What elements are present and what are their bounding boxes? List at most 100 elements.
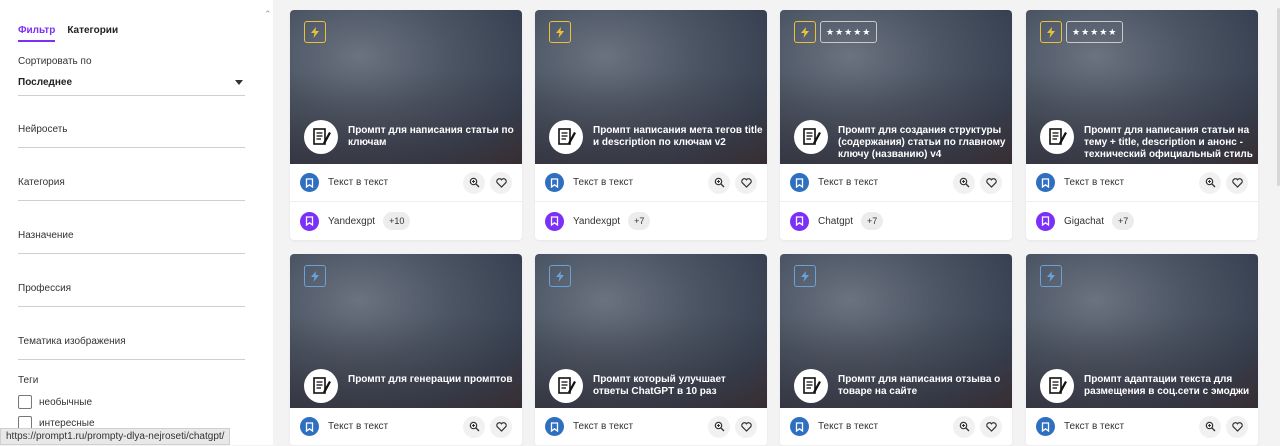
sort-select[interactable]: Последнее bbox=[18, 70, 245, 96]
more-models-badge[interactable]: +7 bbox=[628, 212, 651, 230]
tag-unusual[interactable]: необычные bbox=[18, 395, 92, 409]
card-image[interactable]: Промпт для написания статьи по ключам bbox=[290, 10, 522, 164]
bolt-icon bbox=[549, 265, 571, 287]
more-models-badge[interactable]: +7 bbox=[1112, 212, 1135, 230]
card-type[interactable]: Текст в текст bbox=[573, 177, 633, 188]
prompt-card[interactable]: ★★★★★ Промпт для написания статьи на тему… bbox=[1026, 10, 1258, 240]
card-type[interactable]: Текст в текст bbox=[818, 177, 878, 188]
profession-field[interactable]: Профессия bbox=[18, 283, 245, 307]
tag-label: необычные bbox=[39, 396, 93, 408]
zoom-icon[interactable] bbox=[708, 415, 730, 438]
heart-icon[interactable] bbox=[980, 415, 1002, 438]
card-model-row: Yandexgpt +10 bbox=[290, 202, 522, 240]
heart-icon[interactable] bbox=[1226, 171, 1248, 194]
neural-network-field[interactable]: Нейросеть bbox=[18, 124, 245, 148]
bookmark-icon bbox=[545, 417, 564, 436]
prompt-card[interactable]: ★★★★★ Промпт для создания структуры (соде… bbox=[780, 10, 1012, 240]
document-pen-icon bbox=[304, 120, 338, 154]
card-model[interactable]: Yandexgpt bbox=[573, 216, 620, 227]
card-type-row: Текст в текст bbox=[290, 408, 522, 446]
heart-icon[interactable] bbox=[490, 171, 512, 194]
more-models-badge[interactable]: +7 bbox=[861, 212, 884, 230]
heart-icon[interactable] bbox=[735, 415, 757, 438]
heart-icon[interactable] bbox=[490, 415, 512, 438]
tags-title: Теги bbox=[18, 375, 39, 386]
zoom-icon[interactable] bbox=[953, 415, 975, 438]
card-title[interactable]: Промпт написания мета тегов title и desc… bbox=[593, 125, 763, 149]
card-type[interactable]: Текст в текст bbox=[1064, 421, 1124, 432]
bolt-icon bbox=[304, 265, 326, 287]
filter-sidebar: ⌃ Фильтр Категории Сортировать по Послед… bbox=[0, 0, 273, 445]
sort-label: Сортировать по bbox=[18, 56, 92, 67]
bookmark-icon bbox=[545, 173, 564, 192]
prompt-card[interactable]: Промпт для написания статьи по ключам Тек… bbox=[290, 10, 522, 240]
card-title[interactable]: Промпт для генерации промптов bbox=[348, 374, 518, 386]
prompt-card[interactable]: Промпт для написания отзыва о товаре на … bbox=[780, 254, 1012, 446]
category-field[interactable]: Категория bbox=[18, 177, 245, 201]
card-title[interactable]: Промпт для написания статьи на тему + ti… bbox=[1084, 125, 1254, 161]
card-image[interactable]: Промпт для написания отзыва о товаре на … bbox=[780, 254, 1012, 408]
dropdown-arrow-icon bbox=[235, 80, 243, 85]
card-type[interactable]: Текст в текст bbox=[573, 421, 633, 432]
card-model-row: Gigachat +7 bbox=[1026, 202, 1258, 240]
scroll-up-icon[interactable]: ⌃ bbox=[264, 9, 272, 20]
document-pen-icon bbox=[794, 120, 828, 154]
tab-filter[interactable]: Фильтр bbox=[18, 25, 56, 42]
zoom-icon[interactable] bbox=[463, 415, 485, 438]
rating-stars: ★★★★★ bbox=[820, 21, 878, 43]
sidebar-tabs: Фильтр Категории bbox=[18, 25, 118, 42]
bolt-icon bbox=[1040, 265, 1062, 287]
document-pen-icon bbox=[304, 369, 338, 403]
card-type[interactable]: Текст в текст bbox=[328, 421, 388, 432]
card-title[interactable]: Промпт адаптации текста для размещения в… bbox=[1084, 374, 1254, 398]
card-type-row: Текст в текст bbox=[780, 408, 1012, 446]
prompt-card[interactable]: Промпт для генерации промптов Текст в тек… bbox=[290, 254, 522, 446]
zoom-icon[interactable] bbox=[953, 171, 975, 194]
prompt-card[interactable]: Промпт который улучшает ответы ChatGPT в… bbox=[535, 254, 767, 446]
card-image[interactable]: ★★★★★ Промпт для создания структуры (соде… bbox=[780, 10, 1012, 164]
document-pen-icon bbox=[794, 369, 828, 403]
bolt-icon bbox=[1040, 21, 1062, 43]
prompt-card[interactable]: Промпт адаптации текста для размещения в… bbox=[1026, 254, 1258, 446]
card-image[interactable]: ★★★★★ Промпт для написания статьи на тему… bbox=[1026, 10, 1258, 164]
card-title[interactable]: Промпт который улучшает ответы ChatGPT в… bbox=[593, 374, 763, 398]
card-image[interactable]: Промпт адаптации текста для размещения в… bbox=[1026, 254, 1258, 408]
card-type[interactable]: Текст в текст bbox=[1064, 177, 1124, 188]
heart-icon[interactable] bbox=[1226, 415, 1248, 438]
document-pen-icon bbox=[1040, 369, 1074, 403]
card-type[interactable]: Текст в текст bbox=[328, 177, 388, 188]
tab-categories[interactable]: Категории bbox=[67, 25, 118, 42]
zoom-icon[interactable] bbox=[1199, 171, 1221, 194]
tag-label: интересные bbox=[39, 417, 95, 429]
card-image[interactable]: Промпт для генерации промптов bbox=[290, 254, 522, 408]
bookmark-icon bbox=[300, 417, 319, 436]
card-type-row: Текст в текст bbox=[780, 164, 1012, 202]
prompt-card[interactable]: Промпт написания мета тегов title и desc… bbox=[535, 10, 767, 240]
card-title[interactable]: Промпт для написания статьи по ключам bbox=[348, 125, 518, 149]
document-pen-icon bbox=[549, 369, 583, 403]
heart-icon[interactable] bbox=[980, 171, 1002, 194]
card-title[interactable]: Промпт для написания отзыва о товаре на … bbox=[838, 374, 1008, 398]
card-image[interactable]: Промпт написания мета тегов title и desc… bbox=[535, 10, 767, 164]
zoom-icon[interactable] bbox=[463, 171, 485, 194]
bolt-icon bbox=[794, 265, 816, 287]
zoom-icon[interactable] bbox=[708, 171, 730, 194]
image-theme-field[interactable]: Тематика изображения bbox=[18, 336, 245, 360]
card-title[interactable]: Промпт для создания структуры (содержани… bbox=[838, 125, 1008, 161]
card-type-row: Текст в текст bbox=[535, 164, 767, 202]
card-model[interactable]: Chatgpt bbox=[818, 216, 853, 227]
card-model[interactable]: Yandexgpt bbox=[328, 216, 375, 227]
bolt-icon bbox=[304, 21, 326, 43]
document-pen-icon bbox=[549, 120, 583, 154]
tag-checkbox[interactable] bbox=[18, 395, 32, 409]
status-bar-url: https://prompt1.ru/prompty-dlya-nejroset… bbox=[0, 428, 231, 445]
zoom-icon[interactable] bbox=[1199, 415, 1221, 438]
card-model[interactable]: Gigachat bbox=[1064, 216, 1104, 227]
more-models-badge[interactable]: +10 bbox=[383, 212, 411, 230]
heart-icon[interactable] bbox=[735, 171, 757, 194]
card-type[interactable]: Текст в текст bbox=[818, 421, 878, 432]
purpose-field[interactable]: Назначение bbox=[18, 230, 245, 254]
document-pen-icon bbox=[1040, 120, 1074, 154]
bookmark-icon bbox=[545, 211, 564, 231]
card-image[interactable]: Промпт который улучшает ответы ChatGPT в… bbox=[535, 254, 767, 408]
